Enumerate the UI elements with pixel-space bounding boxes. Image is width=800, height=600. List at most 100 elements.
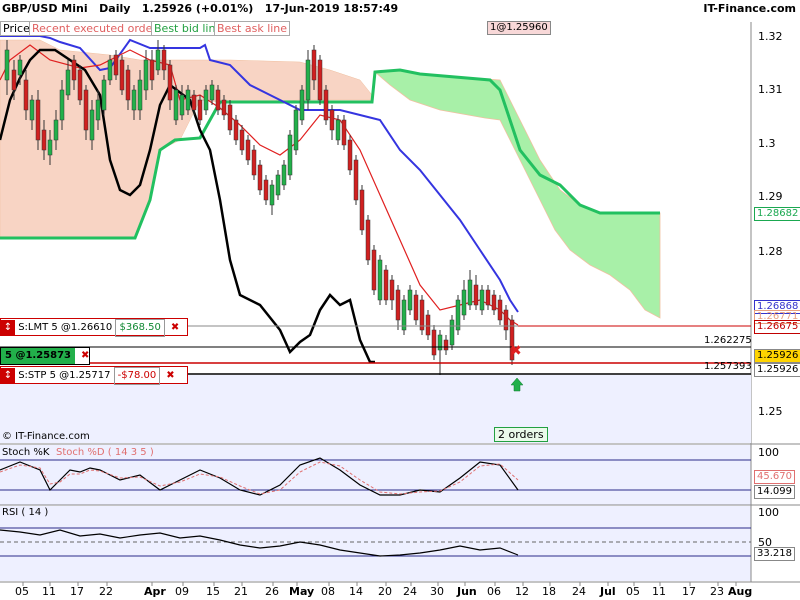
candle-body [353,159,359,201]
candle-body [371,249,377,291]
candle-body [215,89,221,111]
candle-body [317,59,323,101]
time-tick: 06 [487,585,501,598]
legend-price[interactable]: Price [0,21,33,36]
time-tick: 09 [175,585,189,598]
candle-body [209,84,215,101]
close-marker-icon[interactable]: ✖ [510,343,522,359]
timeframe: Daily [99,2,131,15]
cancel-limit-icon[interactable]: ✖ [168,320,182,336]
ask-line-tag: 1.28682 [754,207,800,221]
candle-body [11,69,17,91]
candle-body [281,164,287,186]
chart-header: GBP/USD Mini Daily 1.25926 (+0.01%) 17-J… [2,2,398,15]
time-tick: 11 [652,585,666,598]
candle-body [47,139,53,156]
candle-body [119,59,125,91]
candle-body [461,289,467,316]
time-tick: 30 [430,585,444,598]
candle-body [299,89,305,121]
candle-body [197,99,203,121]
position-label[interactable]: 5 @1.25873 ✖ [0,347,90,365]
time-tick: 21 [234,585,248,598]
rsi-tag: 33.218 [754,547,795,561]
legend-best-ask[interactable]: Best ask line [214,21,291,36]
candle-body [407,289,413,311]
stop-order-label[interactable]: ↕ S:STP 5 @1.25717 -$78.00 ✖ [0,366,188,385]
time-tick: Jun [457,585,477,598]
candle-body [323,89,329,121]
candle-body [449,319,455,346]
candle-body [329,109,335,131]
candle-body [137,79,143,111]
candle-body [245,139,251,161]
price-change: (+0.01%) [195,2,254,15]
time-tick: 08 [321,585,335,598]
drag-handle-icon[interactable]: ↕ [1,368,15,384]
candle-body [101,79,107,111]
time-tick: 12 [515,585,529,598]
price-tick: 1.32 [758,30,783,43]
candle-body [125,69,131,101]
stoch-tick: 100 [758,446,779,459]
candle-body [437,334,443,351]
time-tick: Jul [600,585,616,598]
time-tick: 24 [403,585,417,598]
drag-handle-icon[interactable]: ↕ [1,320,15,336]
candle-body [389,279,395,301]
price-tick: 1.29 [758,190,783,203]
candle-body [161,49,167,71]
candle-body [269,184,275,206]
candle-body [35,99,41,141]
chart-canvas: ✖ [0,22,800,586]
limit-order-label[interactable]: ↕ S:LMT 5 @1.26610 $368.50 ✖ [0,318,188,337]
orders-count-badge[interactable]: 2 orders [494,427,548,442]
time-tick: Apr [144,585,166,598]
stop-order-text: S:STP 5 @1.25717 [18,370,111,381]
time-tick: 26 [265,585,279,598]
candle-body [71,59,77,81]
legend-recent-orders[interactable]: Recent executed orders [29,21,166,36]
candle-body [17,59,23,76]
candle-body [191,94,197,111]
candle-body [497,299,503,321]
candle-body [365,219,371,261]
candle-body [311,49,317,81]
candle-body [89,109,95,141]
instrument-name: GBP/USD Mini [2,2,88,15]
candle-body [491,294,497,311]
brand-name: IT-Finance.com [703,2,796,15]
candle-body [143,59,149,91]
time-tick: 20 [378,585,392,598]
candle-body [167,64,173,101]
candle-body [29,99,35,121]
position-text: 5 @1.25873 [1,348,75,364]
candle-body [275,174,281,196]
time-tick: 17 [682,585,696,598]
candle-body [287,134,293,176]
candle-body [65,69,71,96]
header-datetime: 17-Jun-2019 18:57:49 [264,2,399,15]
candle-body [131,89,137,111]
price-tick: 1.31 [758,83,783,96]
candle-body [383,269,389,301]
last-price-tag: 1.25926 [754,349,800,363]
cancel-stop-icon[interactable]: ✖ [163,368,177,384]
candle-body [203,89,209,111]
time-tick: 15 [206,585,220,598]
candle-body [59,89,65,121]
candle-body [305,59,311,101]
stoch-d-label[interactable]: Stoch %D ( 14 3 5 ) [56,447,154,458]
candle-body [359,189,365,231]
candle-body [443,339,449,351]
stoch-k-label[interactable]: Stoch %K [2,447,49,458]
close-position-icon[interactable]: ✖ [78,348,92,364]
time-tick: May [289,585,315,598]
candle-body [227,104,233,131]
rsi-label[interactable]: RSI ( 14 ) [2,507,48,518]
stop-order-pnl: -$78.00 [113,367,161,385]
line-value-1: 1.262275 [704,335,752,346]
below-stop-band [0,375,751,443]
candle-body [4,49,10,81]
candle-body [395,289,401,321]
